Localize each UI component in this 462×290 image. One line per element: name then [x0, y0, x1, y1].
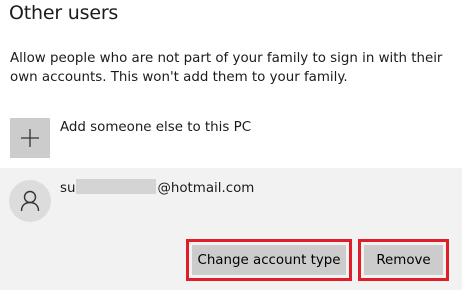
plus-icon: [21, 129, 39, 147]
other-users-page: Other users Allow people who are not par…: [0, 0, 462, 290]
email-redaction: [76, 179, 157, 194]
section-description: Allow people who are not part of your fa…: [10, 51, 443, 85]
change-account-type-highlight: Change account type: [186, 239, 352, 281]
section-title: Other users: [9, 2, 119, 24]
email-prefix: su: [60, 181, 76, 196]
add-someone-row[interactable]: Add someone else to this PC: [0, 114, 462, 162]
user-email: su @hotmail.com: [60, 179, 254, 196]
add-user-tile[interactable]: [10, 118, 50, 158]
remove-highlight: Remove: [358, 239, 449, 281]
change-account-type-button[interactable]: Change account type: [192, 245, 346, 275]
avatar: [9, 180, 51, 222]
email-suffix: @hotmail.com: [157, 181, 255, 196]
person-icon: [20, 190, 40, 212]
add-someone-label[interactable]: Add someone else to this PC: [60, 120, 251, 135]
remove-button[interactable]: Remove: [364, 245, 443, 275]
